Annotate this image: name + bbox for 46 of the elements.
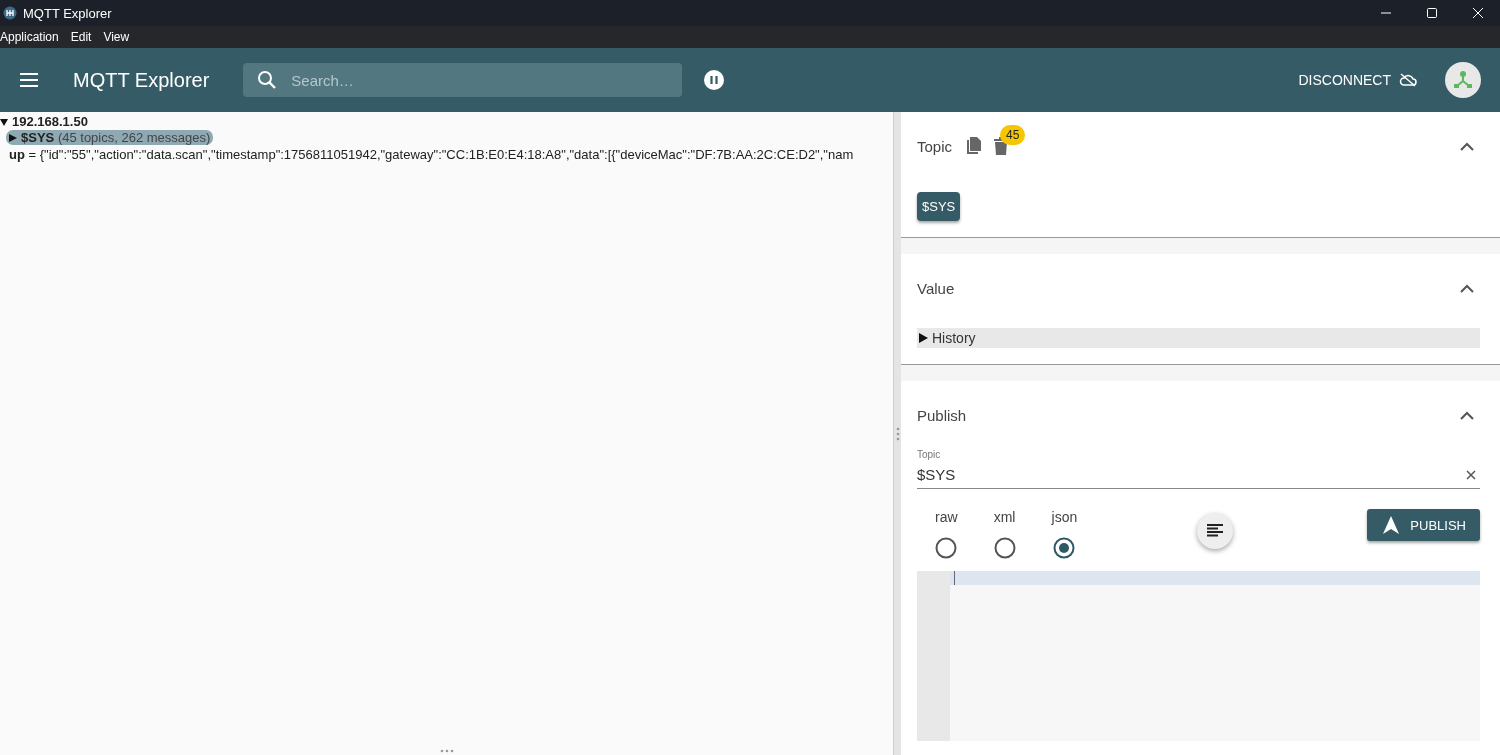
menu-item[interactable]: Application: [0, 30, 59, 44]
radio-button[interactable]: [993, 537, 1016, 559]
disconnect-button[interactable]: DISCONNECT: [1294, 68, 1421, 92]
tree-node[interactable]: $SYS (45 topics, 262 messages): [6, 130, 214, 145]
resize-handle[interactable]: [895, 426, 900, 441]
format-label: raw: [935, 509, 958, 525]
chevron-up-icon[interactable]: [1460, 283, 1474, 293]
radio-button[interactable]: [935, 537, 958, 559]
section-title: Topic: [917, 137, 953, 155]
history-toggle[interactable]: History: [917, 328, 1480, 348]
radio-button[interactable]: [1053, 537, 1076, 559]
tree-node[interactable]: up = {"id":"55","action":"data.scan","timestamp":1756811051942,"gateway":"CC:1B:E0:E4:18:A8","data":[{"deviceMac":"DF:7B:AA:2C:CE:D2","nam: [6, 147, 854, 162]
maximize-icon[interactable]: [1426, 7, 1438, 19]
network-icon: [1453, 70, 1473, 90]
section-title: Publish: [917, 406, 967, 424]
resize-handle[interactable]: [440, 749, 454, 753]
avatar[interactable]: [1445, 62, 1481, 98]
copy-icon[interactable]: [966, 137, 983, 155]
menu-icon[interactable]: [19, 72, 39, 88]
section-title: Value: [917, 279, 955, 297]
search-field[interactable]: Search…: [243, 63, 683, 97]
clear-icon[interactable]: [1466, 469, 1476, 480]
close-icon[interactable]: [1472, 7, 1484, 19]
format-button[interactable]: [1197, 513, 1234, 549]
chevron-up-icon[interactable]: [1460, 141, 1474, 151]
send-icon: [1383, 516, 1400, 534]
align-left-icon: [1207, 524, 1224, 538]
search-icon: [257, 70, 278, 90]
app-title: MQTT Explorer: [73, 68, 210, 92]
expand-triangle-icon[interactable]: [9, 134, 17, 142]
tree-node[interactable]: 192.168.1.50: [12, 114, 88, 129]
pause-icon[interactable]: [703, 69, 726, 91]
menu-item[interactable]: View: [103, 30, 130, 44]
menu-item[interactable]: Edit: [70, 30, 92, 44]
expand-triangle-icon: [919, 333, 928, 343]
cloud-off-icon: [1399, 73, 1417, 87]
window-title: MQTT Explorer: [23, 5, 112, 21]
expand-triangle-icon[interactable]: [0, 117, 8, 126]
count-badge: 45: [1000, 125, 1026, 145]
app-icon: [3, 6, 17, 20]
format-label: xml: [993, 509, 1016, 525]
format-label: json: [1051, 509, 1078, 525]
topic-input-field[interactable]: Topic $SYS: [917, 449, 1480, 489]
topic-chip[interactable]: $SYS: [917, 192, 961, 221]
publish-button[interactable]: PUBLISH: [1367, 509, 1480, 541]
chevron-up-icon[interactable]: [1460, 410, 1474, 420]
